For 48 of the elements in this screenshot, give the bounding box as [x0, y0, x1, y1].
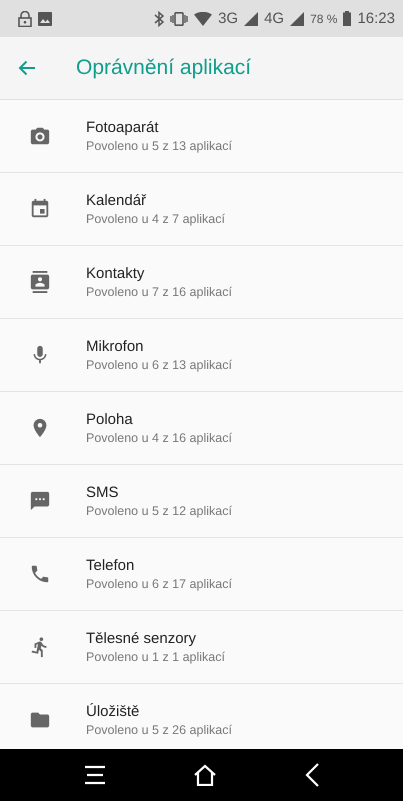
image-icon	[38, 12, 52, 26]
permission-item[interactable]: Kontakty Povoleno u 7 z 16 aplikací	[0, 246, 403, 319]
phone-icon	[29, 563, 51, 585]
permission-summary: Povoleno u 1 z 1 aplikací	[86, 650, 225, 664]
permission-summary: Povoleno u 6 z 17 aplikací	[86, 577, 232, 591]
screen-title: Oprávnění aplikací	[76, 56, 252, 80]
permission-item[interactable]: Tělesné senzory Povoleno u 1 z 1 aplikací	[0, 611, 403, 684]
network-type: 3G	[218, 10, 238, 27]
permission-name: Kontakty	[86, 265, 146, 282]
permission-item[interactable]: Fotoaparát Povoleno u 5 z 13 aplikací	[0, 100, 403, 173]
permission-item[interactable]: SMS Povoleno u 5 z 12 aplikací	[0, 465, 403, 538]
permission-summary: Povoleno u 5 z 12 aplikací	[86, 504, 232, 518]
permission-summary: Povoleno u 5 z 13 aplikací	[86, 139, 232, 153]
calendar-icon	[29, 198, 51, 220]
bluetooth-icon	[154, 10, 164, 26]
back-arrow-icon[interactable]	[18, 60, 36, 76]
permission-name: Mikrofon	[86, 338, 145, 355]
home-icon[interactable]	[193, 764, 218, 786]
signal-icon	[244, 12, 258, 26]
permission-summary: Povoleno u 4 z 7 aplikací	[86, 212, 225, 226]
permission-item[interactable]: Poloha Povoleno u 4 z 16 aplikací	[0, 392, 403, 465]
battery-percentage: 78 %	[310, 12, 338, 26]
permission-name: SMS	[86, 484, 120, 501]
network-type: 4G	[264, 10, 284, 27]
permission-item[interactable]: Kalendář Povoleno u 4 z 7 aplikací	[0, 173, 403, 246]
battery-icon	[343, 11, 352, 26]
contact-card-icon	[29, 271, 51, 293]
back-icon[interactable]	[305, 763, 320, 787]
permission-item[interactable]: Mikrofon Povoleno u 6 z 13 aplikací	[0, 319, 403, 392]
permission-name: Úložiště	[86, 703, 140, 720]
permission-name: Fotoaparát	[86, 119, 160, 136]
permission-summary: Povoleno u 7 z 16 aplikací	[86, 285, 232, 299]
clock-time: 16:23	[357, 10, 395, 27]
message-icon	[29, 490, 51, 512]
permission-name: Telefon	[86, 557, 136, 574]
permission-item[interactable]: Telefon Povoleno u 6 z 17 aplikací	[0, 538, 403, 611]
permission-name: Tělesné senzory	[86, 630, 198, 647]
permission-name: Poloha	[86, 411, 134, 428]
permission-summary: Povoleno u 4 z 16 aplikací	[86, 431, 232, 445]
permission-summary: Povoleno u 5 z 26 aplikací	[86, 723, 232, 737]
signal-icon	[290, 12, 304, 26]
menu-icon[interactable]	[84, 765, 106, 785]
camera-icon	[29, 125, 51, 147]
permission-summary: Povoleno u 6 z 13 aplikací	[86, 358, 232, 372]
lock-icon	[18, 10, 32, 26]
wifi-icon	[194, 12, 212, 26]
permission-name: Kalendář	[86, 192, 148, 209]
vibrate-icon	[170, 12, 188, 26]
